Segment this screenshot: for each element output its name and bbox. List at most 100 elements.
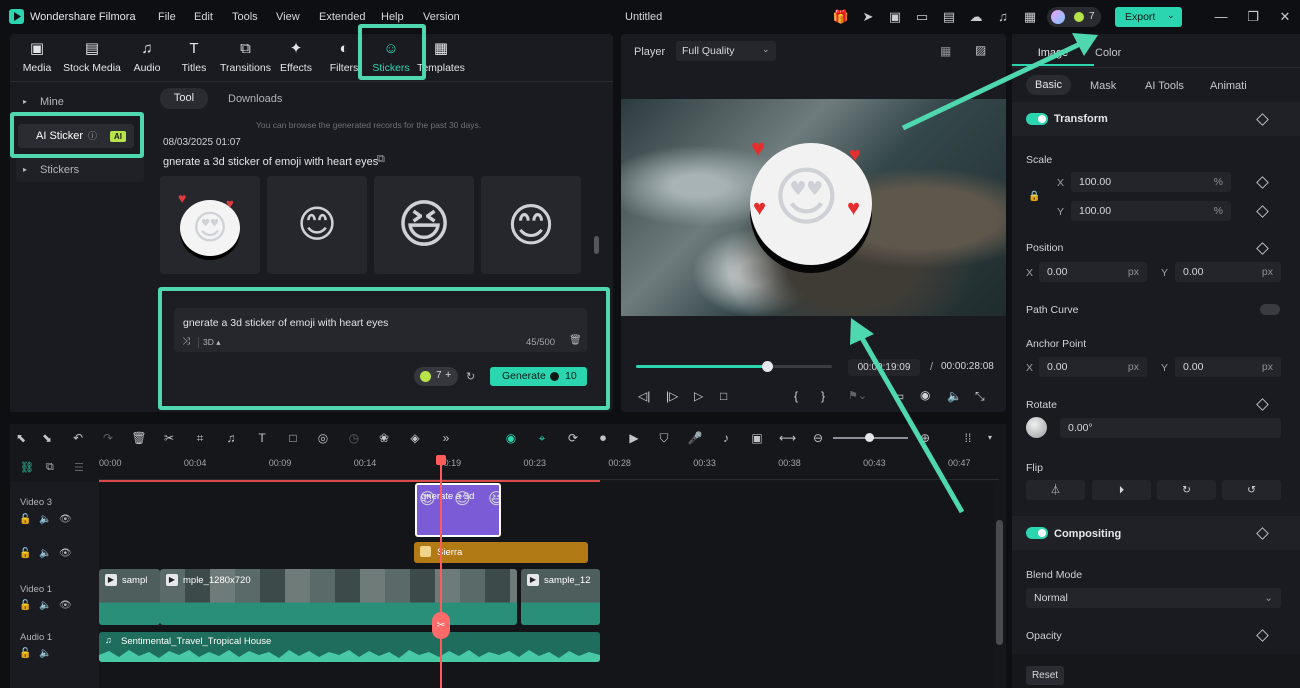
library-scrollbar[interactable]	[594, 236, 599, 254]
track-volume-icon[interactable]: 🔈	[39, 648, 51, 659]
ai-assistant-icon[interactable]: ◉	[503, 430, 519, 446]
track-eye-icon[interactable]: 👁	[59, 548, 72, 559]
props-subtab-mask[interactable]: Mask	[1090, 80, 1116, 92]
mark-out-icon[interactable]: }	[821, 389, 825, 403]
gift-icon[interactable]: 🎁	[832, 8, 850, 26]
tab-effects[interactable]: ✦ Effects	[271, 40, 321, 74]
media-card-icon[interactable]: ▣	[886, 8, 904, 26]
timeline-scrollbar[interactable]	[996, 520, 1003, 645]
marker-icon[interactable]: ⚑⌄	[848, 389, 867, 402]
menu-edit[interactable]: Edit	[194, 11, 213, 23]
style-dropdown[interactable]: 3D ▴	[198, 337, 221, 348]
sidebar-item-stickers[interactable]: ▸ Stickers	[16, 158, 144, 182]
layout-grid-icon[interactable]: ⁞⁞	[960, 430, 976, 446]
credit-cost-pill[interactable]: 7 +	[414, 367, 458, 386]
speed-icon[interactable]: ◷	[346, 430, 362, 446]
reset-button[interactable]: Reset	[1026, 666, 1064, 685]
subtab-tool[interactable]: Tool	[160, 88, 208, 109]
track-lock-icon[interactable]: 🔓	[19, 548, 31, 559]
copy-icon[interactable]: ⧉	[377, 153, 385, 166]
mark-in-icon[interactable]: {	[794, 389, 798, 403]
snap-icon[interactable]: ⌖	[534, 430, 550, 446]
stop-icon[interactable]: □	[720, 389, 727, 403]
cut-icon[interactable]: ✂	[161, 430, 177, 446]
color-icon[interactable]: ❀	[376, 430, 392, 446]
zoom-slider[interactable]	[833, 433, 908, 442]
camera-icon[interactable]: ◉	[920, 388, 930, 402]
microphone-icon[interactable]: 🎤	[687, 430, 703, 446]
position-x-input[interactable]: 0.00 px	[1039, 262, 1147, 282]
zoom-handle[interactable]	[865, 433, 874, 442]
menu-version[interactable]: Version	[423, 11, 460, 23]
play-icon[interactable]: ▷	[694, 389, 703, 403]
zoom-out-icon[interactable]: ⊖	[810, 430, 826, 446]
menu-view[interactable]: View	[276, 11, 300, 23]
playhead-handle[interactable]	[436, 455, 446, 465]
tab-stickers[interactable]: ☺ Stickers	[366, 40, 416, 74]
video-clip[interactable]: ▶ sample_12	[521, 569, 600, 625]
sticker-result-1[interactable]: 😍 ♥ ♥	[160, 176, 260, 274]
quality-dropdown[interactable]: Full Quality ⌄	[676, 41, 776, 61]
step-back-icon[interactable]: ◁|	[638, 389, 650, 403]
render-preview-icon[interactable]: ⟳	[565, 430, 581, 446]
send-icon[interactable]: ➤	[859, 8, 877, 26]
flip-vertical-button[interactable]: ⏵	[1092, 480, 1151, 500]
props-tab-image[interactable]: Image	[1012, 40, 1094, 66]
shield-icon[interactable]: ⛉	[656, 430, 672, 446]
sticker-result-4[interactable]: 😊	[481, 176, 581, 274]
track-lock-icon[interactable]: 🔓	[19, 514, 31, 525]
position-y-input[interactable]: 0.00 px	[1175, 262, 1281, 282]
tab-media[interactable]: ▣ Media	[12, 40, 62, 74]
playback-track[interactable]	[636, 361, 832, 372]
volume-icon[interactable]: 🔈	[947, 389, 962, 403]
menu-tools[interactable]: Tools	[232, 11, 258, 23]
redo-icon[interactable]: ↷	[100, 430, 116, 446]
mask-icon[interactable]: ◎	[315, 430, 331, 446]
ai-icon[interactable]: ◈	[407, 430, 423, 446]
scale-x-input[interactable]: 100.00%	[1071, 172, 1231, 192]
sticker-clip[interactable]: gnerate a 3d 😍 😊 😆	[415, 483, 501, 537]
split-icon[interactable]: ✂	[432, 612, 450, 639]
sidebar-item-mine[interactable]: ▸ Mine	[16, 90, 144, 114]
compositing-toggle[interactable]	[1026, 527, 1048, 539]
sticker-result-3[interactable]: 😆	[374, 176, 474, 274]
track-volume-icon[interactable]: 🔈	[39, 548, 51, 559]
menu-help[interactable]: Help	[381, 11, 404, 23]
save-icon[interactable]: ▤	[940, 8, 958, 26]
track-volume-icon[interactable]: 🔈	[39, 600, 51, 611]
trash-icon[interactable]: 🗑	[569, 335, 582, 346]
rotate-ccw-button[interactable]: ↺	[1222, 480, 1281, 500]
track-manage-icon[interactable]: ☰	[74, 461, 84, 474]
undo-icon[interactable]: ↶	[70, 430, 86, 446]
sidebar-item-ai-sticker[interactable]: AI Sticker ⓘ AI	[18, 124, 134, 148]
text-icon[interactable]: T	[254, 430, 270, 446]
fit-icon[interactable]: ⟷	[779, 430, 796, 446]
audio-clip[interactable]: ♫ Sentimental_Travel_Tropical House	[99, 632, 600, 662]
fullscreen-icon[interactable]: ⤡	[975, 389, 985, 404]
headset-icon[interactable]: ♫	[994, 8, 1012, 26]
crop-icon[interactable]: ⌗	[192, 430, 208, 446]
tab-titles[interactable]: T Titles	[169, 40, 219, 74]
track-eye-icon[interactable]: 👁	[59, 514, 72, 525]
track-volume-icon[interactable]: 🔈	[39, 514, 51, 525]
credits-pill[interactable]: 7	[1047, 7, 1101, 27]
rotate-input[interactable]: 0.00°	[1060, 418, 1281, 438]
snapshot-icon[interactable]: ▨	[975, 43, 986, 57]
lock-icon[interactable]: 🔒	[1028, 191, 1040, 202]
render-icon[interactable]: ▭	[893, 389, 904, 403]
tab-filters[interactable]: ◐ Filters	[319, 40, 369, 74]
record-icon[interactable]: ⏺	[595, 430, 611, 446]
props-tab-color[interactable]: Color	[1095, 47, 1121, 59]
track-lock-icon[interactable]: 🔓	[19, 648, 31, 659]
anchor-x-input[interactable]: 0.00 px	[1039, 357, 1147, 377]
track-eye-icon[interactable]: 👁	[59, 600, 72, 611]
transform-toggle[interactable]	[1026, 113, 1048, 125]
export-button[interactable]: Export ⌄	[1115, 7, 1182, 27]
music-list-icon[interactable]: ♪	[718, 430, 734, 446]
menu-file[interactable]: File	[158, 11, 176, 23]
select-dropdown-icon[interactable]: ⬊	[39, 430, 55, 446]
tab-audio[interactable]: ♫ Audio	[122, 40, 172, 74]
cloud-icon[interactable]: ☁	[967, 8, 985, 26]
monitor-icon[interactable]: ▭	[913, 8, 931, 26]
prompt-input[interactable]: gnerate a 3d sticker of emoji with heart…	[174, 308, 587, 352]
